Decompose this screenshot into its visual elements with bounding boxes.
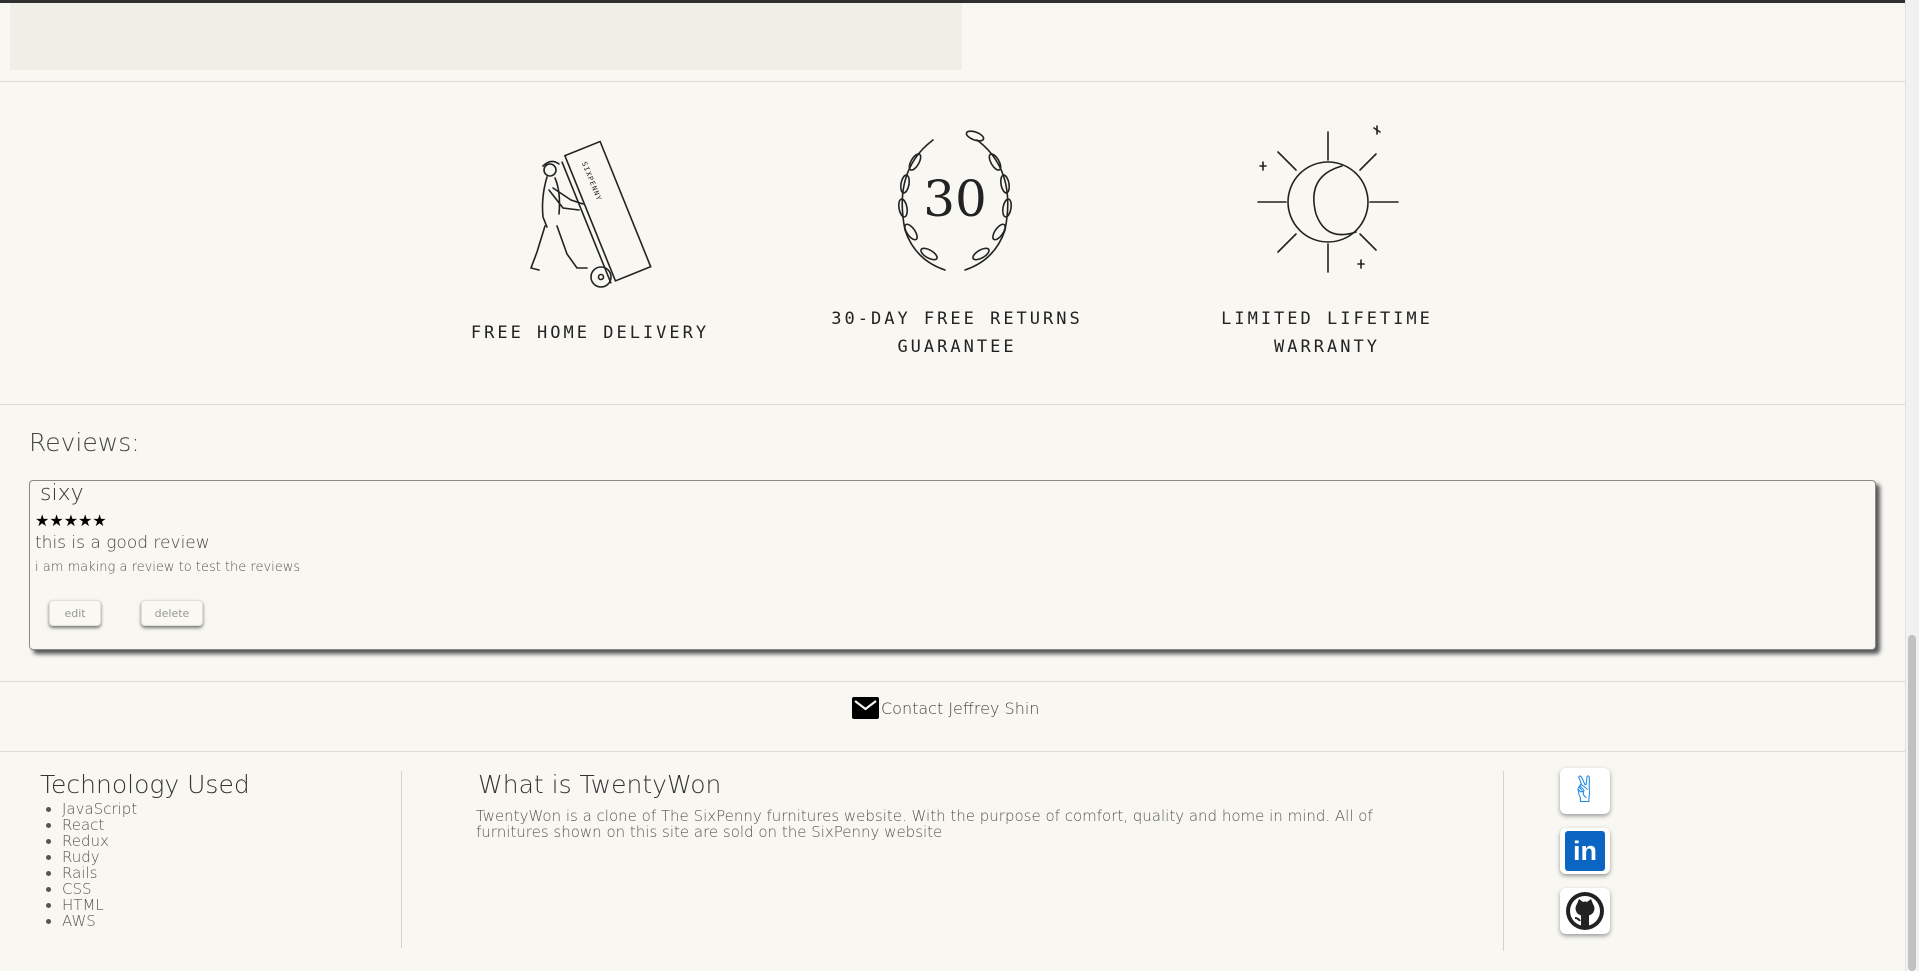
linkedin-glyph: in xyxy=(1573,835,1597,866)
tech-list: JavaScript React Redux Rudy Rails CSS HT… xyxy=(40,801,137,929)
feature-label-warranty: LIMITED LIFETIME WARRANTY xyxy=(1167,305,1487,361)
sun-moon-icon xyxy=(1250,122,1410,280)
laurel-wreath-icon: 30 xyxy=(875,122,1035,280)
delete-review-button[interactable]: delete xyxy=(141,600,203,626)
linkedin-link[interactable]: in xyxy=(1560,828,1610,874)
contact-link[interactable]: Contact Jeffrey Shin xyxy=(852,696,1039,720)
divider xyxy=(0,81,1905,82)
about-text: TwentyWon is a clone of The SixPenny fur… xyxy=(476,807,1373,841)
list-item: JavaScript xyxy=(62,801,137,817)
feature-label-line-2: WARRANTY xyxy=(1274,337,1380,357)
list-item: AWS xyxy=(62,913,137,929)
scrollbar-thumb[interactable] xyxy=(1908,635,1916,971)
badge-number: 30 xyxy=(923,170,987,228)
feature-label-line-1: 30-DAY FREE RETURNS xyxy=(831,309,1083,329)
feature-label-delivery: FREE HOME DELIVERY xyxy=(430,319,750,347)
github-link[interactable] xyxy=(1560,888,1610,934)
column-divider xyxy=(401,771,402,948)
angellist-icon: ✌ xyxy=(1569,770,1601,811)
about-title: What is TwentyWon xyxy=(478,770,722,799)
review-author: sixy xyxy=(40,481,84,506)
list-item: Rudy xyxy=(62,849,137,865)
tech-title: Technology Used xyxy=(40,770,250,799)
list-item: Redux xyxy=(62,833,137,849)
feature-label-line-1: LIMITED LIFETIME xyxy=(1221,309,1433,329)
product-image-placeholder xyxy=(10,3,962,70)
divider xyxy=(0,404,1905,405)
github-icon xyxy=(1565,891,1605,931)
list-item: CSS xyxy=(62,881,137,897)
feature-label-line-2: GUARANTEE xyxy=(897,337,1017,357)
delivery-dolly-icon: SIXPENNY xyxy=(505,130,665,295)
list-item: HTML xyxy=(62,897,137,913)
edit-review-button[interactable]: edit xyxy=(49,600,101,626)
mail-icon xyxy=(852,697,879,719)
column-divider xyxy=(1503,771,1504,951)
review-card: sixy ★★★★★ this is a good review i am ma… xyxy=(29,480,1876,650)
list-item: React xyxy=(62,817,137,833)
feature-label-line: FREE HOME DELIVERY xyxy=(470,323,710,343)
list-item: Rails xyxy=(62,865,137,881)
linkedin-icon: in xyxy=(1565,831,1605,871)
contact-label: Contact Jeffrey Shin xyxy=(881,698,1040,718)
divider xyxy=(0,681,1905,682)
review-rating-stars: ★★★★★ xyxy=(35,511,107,530)
feature-label-returns: 30-DAY FREE RETURNS GUARANTEE xyxy=(797,305,1117,361)
review-title: this is a good review xyxy=(35,533,210,553)
dolly-brand-text: SIXPENNY xyxy=(580,161,603,203)
review-body: i am making a review to test the reviews xyxy=(35,560,301,575)
reviews-heading: Reviews: xyxy=(29,428,140,457)
angellist-link[interactable]: ✌ xyxy=(1560,768,1610,814)
divider xyxy=(0,751,1905,752)
